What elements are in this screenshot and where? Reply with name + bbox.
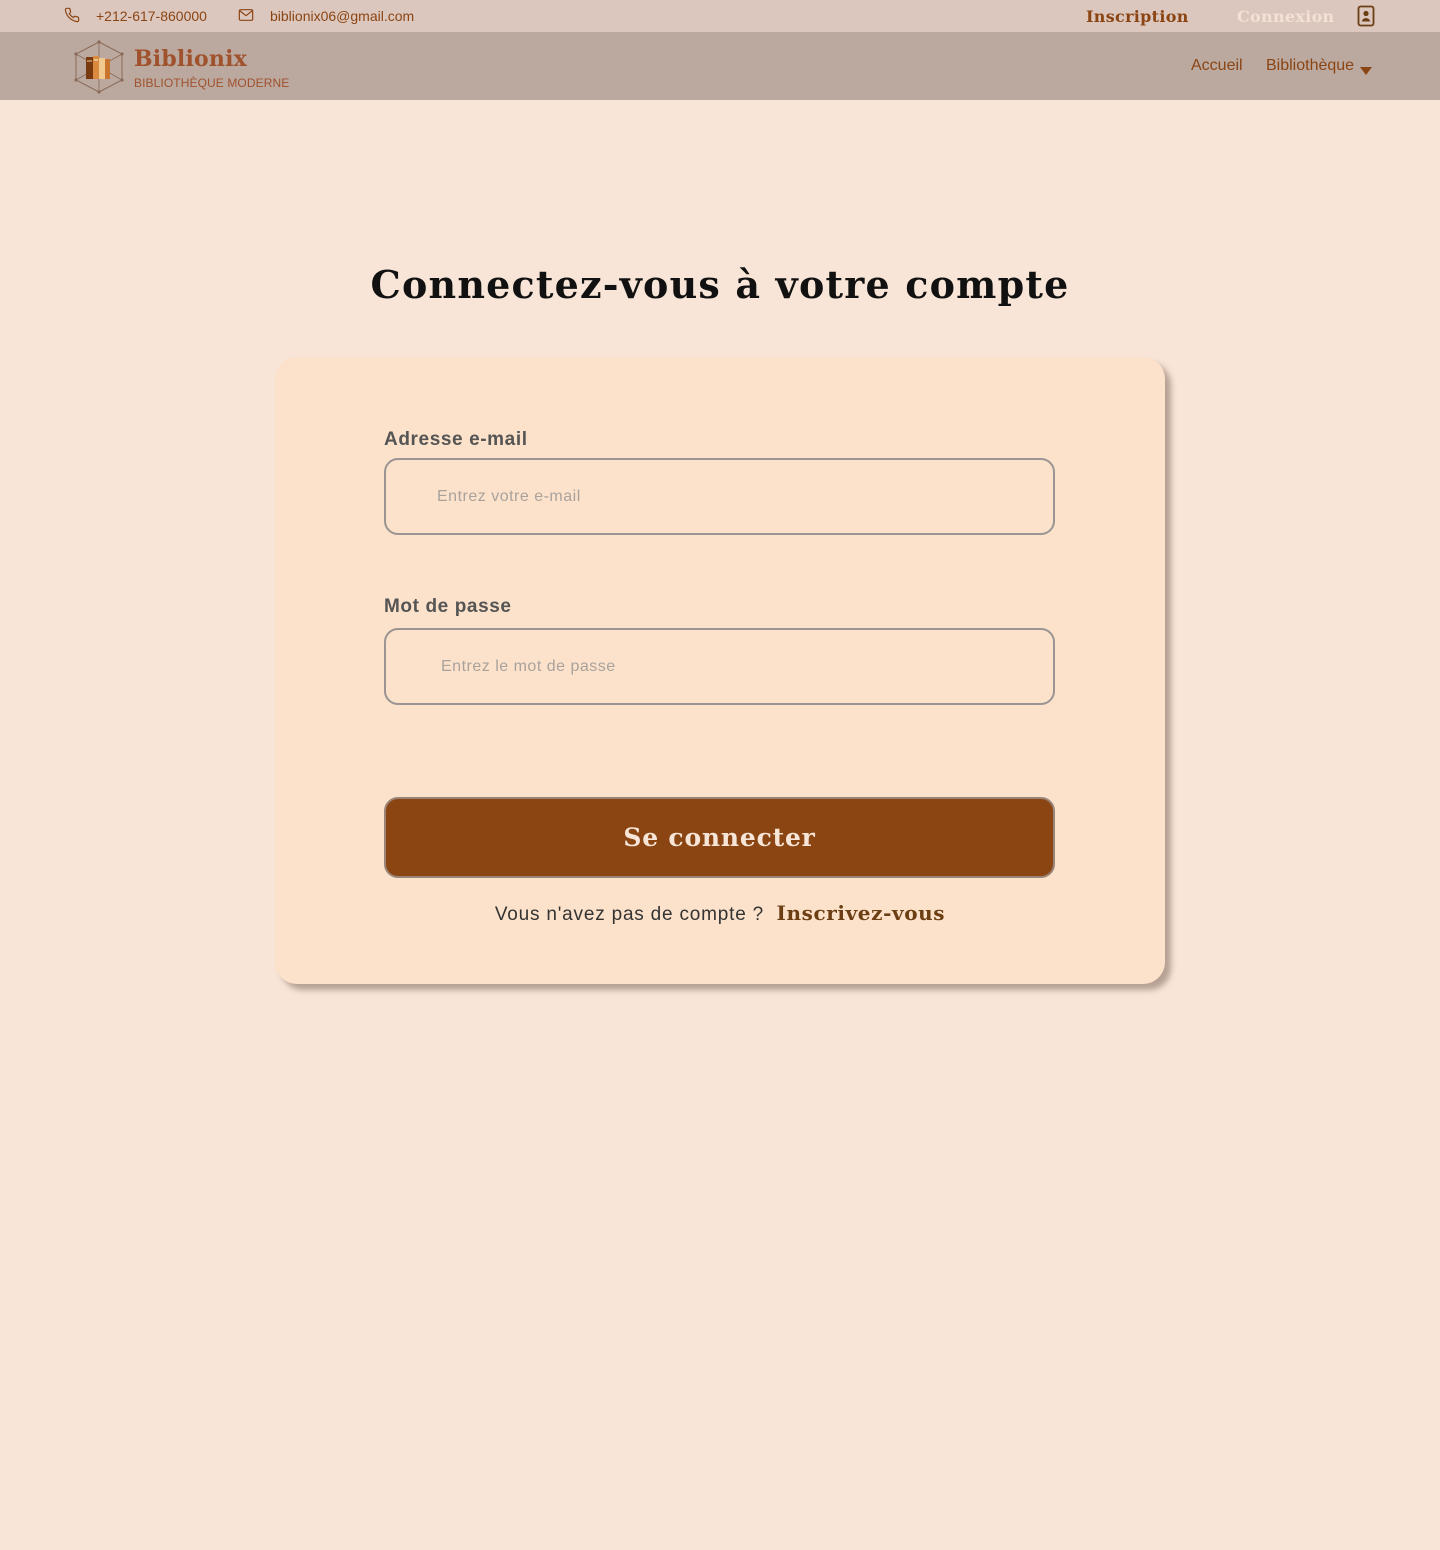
top-contact-bar: +212-617-860000 biblionix06@gmail.com In… [0,0,1440,32]
nav-bibliotheque-dropdown[interactable]: Bibliothèque [1266,32,1373,100]
login-button[interactable]: Se connecter [384,797,1055,878]
password-label: Mot de passe [384,596,512,617]
email-contact: biblionix06@gmail.com [238,0,414,32]
caret-down-icon [1360,62,1373,75]
books-logo-icon[interactable] [72,40,126,94]
phone-icon [64,7,80,26]
nav-accueil-label: Accueil [1191,57,1243,74]
signup-prompt: Vous n'avez pas de compte ? Inscrivez-vo… [275,901,1165,926]
password-field[interactable] [384,628,1055,705]
nav-bibliotheque-label: Bibliothèque [1266,57,1355,74]
email-address: biblionix06@gmail.com [270,8,415,24]
nav-accueil[interactable]: Accueil [1191,32,1243,100]
envelope-icon [238,7,254,26]
brand-tagline: BIBLIOTHÈQUE MODERNE [134,76,290,90]
page-title: Connectez-vous à votre compte [370,262,1070,307]
phone-contact: +212-617-860000 [64,0,207,32]
signup-question: Vous n'avez pas de compte ? [494,904,765,925]
connexion-link[interactable]: Connexion [1237,0,1334,32]
inscription-link[interactable]: Inscription [1086,0,1189,32]
phone-number: +212-617-860000 [96,8,207,24]
email-label: Adresse e-mail [384,429,528,450]
brand-name[interactable]: Biblionix [134,46,247,72]
main-navbar: Biblionix BIBLIOTHÈQUE MODERNE Accueil B… [0,32,1440,100]
login-card: Adresse e-mail Mot de passe Se connecter… [275,357,1165,984]
email-field[interactable] [384,458,1055,535]
signup-link[interactable]: Inscrivez-vous [777,901,946,925]
contact-card-icon[interactable] [1357,5,1375,27]
